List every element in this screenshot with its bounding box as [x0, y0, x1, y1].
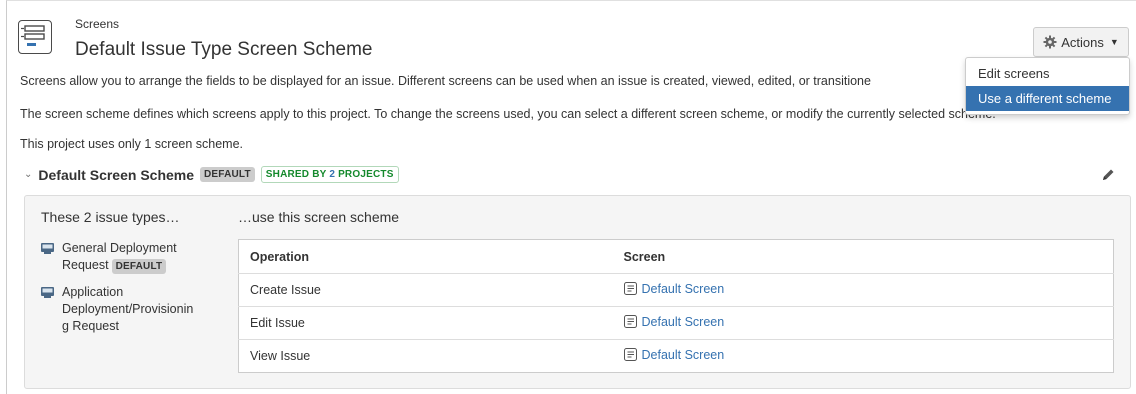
- screen-link-label: Default Screen: [641, 314, 725, 329]
- gear-icon: [1043, 35, 1057, 49]
- issue-types-heading: These 2 issue types…: [41, 209, 180, 225]
- screen-cell: Default Screen: [623, 306, 1114, 340]
- actions-menu: Edit screens Use a different scheme: [965, 57, 1130, 115]
- chevron-down-icon[interactable]: ⌄: [24, 169, 32, 180]
- operations-table: Operation Screen Create Issue Default Sc…: [238, 239, 1114, 373]
- operation-cell: View Issue: [238, 339, 624, 373]
- scheme-panel: These 2 issue types… …use this screen sc…: [24, 195, 1131, 389]
- shared-count: 2: [329, 169, 336, 180]
- description-line-3: This project uses only 1 screen scheme.: [20, 137, 244, 151]
- chevron-down-icon: ▼: [1109, 37, 1119, 47]
- table-row: Edit Issue Default Screen: [238, 306, 1114, 340]
- scheme-name: Default Screen Scheme: [38, 166, 195, 183]
- default-badge: DEFAULT: [111, 259, 167, 274]
- screen-scheme-heading: …use this screen scheme: [238, 209, 400, 225]
- default-badge: DEFAULT: [200, 167, 255, 182]
- screen-link-label: Default Screen: [641, 281, 725, 296]
- column-header-operation: Operation: [250, 249, 310, 264]
- shared-suffix: PROJECTS: [338, 169, 394, 180]
- screen-cell: Default Screen: [623, 339, 1114, 373]
- screen-icon: [623, 282, 637, 296]
- issue-type-name: General Deployment: [62, 241, 177, 255]
- screen-icon: [623, 315, 637, 329]
- column-header-screen: Screen: [623, 249, 666, 264]
- screen-scheme-icon: [18, 20, 52, 54]
- page-frame: Screens Default Issue Type Screen Scheme…: [6, 0, 1136, 394]
- page-title: Default Issue Type Screen Scheme: [75, 39, 373, 60]
- actions-button[interactable]: Actions ▼: [1033, 27, 1129, 57]
- screen-link-label: Default Screen: [641, 347, 725, 362]
- operation-cell: Edit Issue: [238, 306, 624, 340]
- issue-type-item: Application Deployment/Provisionin g Req…: [41, 284, 193, 335]
- shared-badge[interactable]: SHARED BY 2 PROJECTS: [260, 166, 399, 183]
- screen-icon: [623, 348, 637, 362]
- scheme-header[interactable]: ⌄ Default Screen Scheme DEFAULT SHARED B…: [24, 166, 399, 183]
- operation-cell: Create Issue: [238, 273, 624, 307]
- issue-type-icon: [41, 287, 54, 298]
- description-line-1: Screens allow you to arrange the fields …: [20, 74, 871, 88]
- table-row: Create Issue Default Screen: [238, 273, 1114, 307]
- breadcrumb[interactable]: Screens: [75, 17, 119, 31]
- issue-type-name: Request: [62, 258, 109, 272]
- table-row: View Issue Default Screen: [238, 339, 1114, 373]
- issue-type-name: Deployment/Provisionin: [62, 302, 194, 316]
- table-header-row: Operation Screen: [239, 240, 1114, 274]
- issue-type-item: General Deployment Request DEFAULT: [41, 240, 177, 274]
- issue-type-name: g Request: [62, 319, 119, 333]
- shared-prefix: SHARED BY: [265, 169, 327, 180]
- screen-cell: Default Screen: [623, 273, 1114, 307]
- screen-link[interactable]: Default Screen: [623, 347, 725, 362]
- issue-type-name: Application: [62, 285, 124, 299]
- pencil-icon[interactable]: [1100, 167, 1116, 183]
- issue-type-icon: [41, 243, 54, 254]
- menu-item-edit-screens[interactable]: Edit screens: [966, 61, 1129, 86]
- menu-item-use-different-scheme[interactable]: Use a different scheme: [966, 86, 1129, 111]
- screen-link[interactable]: Default Screen: [623, 281, 725, 296]
- actions-label: Actions: [1061, 34, 1104, 50]
- screen-link[interactable]: Default Screen: [623, 314, 725, 329]
- description-line-2: The screen scheme defines which screens …: [20, 107, 996, 121]
